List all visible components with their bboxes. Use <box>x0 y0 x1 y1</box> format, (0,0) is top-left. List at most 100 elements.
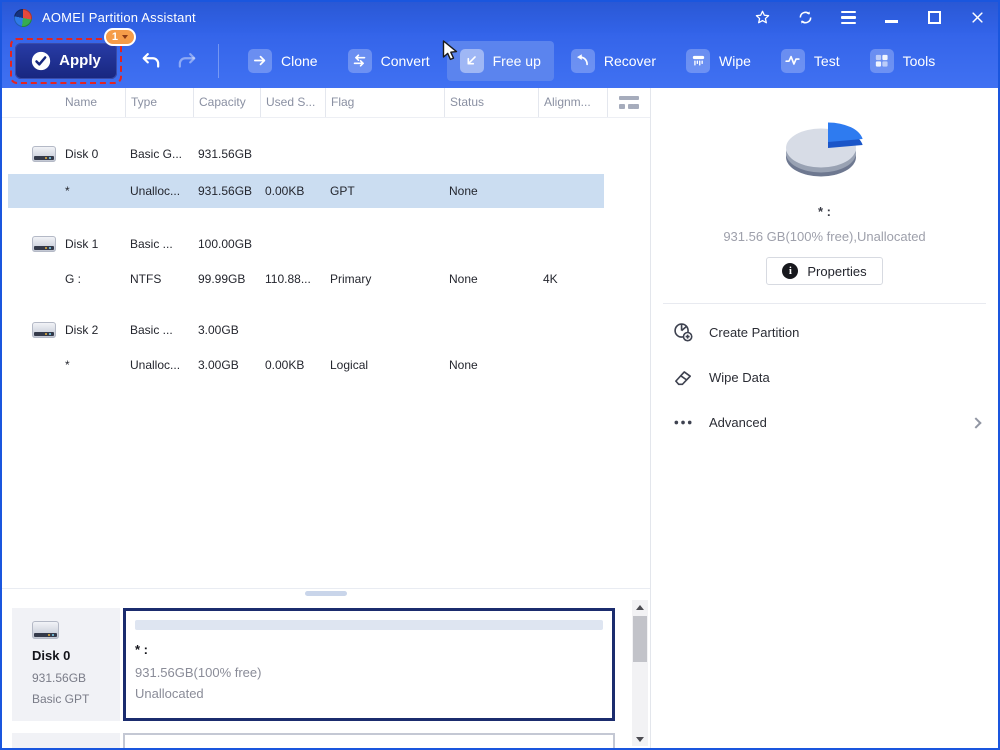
cell-type: NTFS <box>130 272 162 286</box>
scroll-down-button[interactable] <box>632 732 648 746</box>
column-header-useds[interactable]: Used S... <box>260 88 325 117</box>
toolbar-button-label: Wipe <box>719 52 751 69</box>
wipe-data-icon <box>673 367 694 388</box>
cell-used: 0.00KB <box>265 358 305 372</box>
apply-label: Apply <box>59 52 101 69</box>
column-header-name[interactable]: Name <box>60 88 125 117</box>
toolbar-button-label: Tools <box>902 52 936 69</box>
action-label: Advanced <box>709 415 767 430</box>
disk-map-capacity: 931.56GB <box>32 671 87 685</box>
cell-name: Disk 0 <box>65 147 99 161</box>
disk-map-disk-info[interactable]: Disk 0 931.56GB Basic GPT <box>12 608 120 721</box>
info-icon: i <box>782 263 799 279</box>
column-settings-icon <box>619 96 639 109</box>
disk-map-type: Basic GPT <box>32 692 90 706</box>
app-title: AOMEI Partition Assistant <box>42 10 196 25</box>
partition-size-info: 931.56GB(100% free) <box>135 665 262 680</box>
action-advanced[interactable]: Advanced <box>651 400 998 445</box>
toolbar-button-wipe[interactable]: Wipe <box>673 41 764 81</box>
partition-row[interactable]: * Unalloc... 3.00GB 0.00KB Logical None <box>2 350 650 380</box>
redo-button[interactable] <box>174 48 200 74</box>
tools-icon <box>869 48 894 73</box>
scrollbar-thumb[interactable] <box>633 616 647 662</box>
partition-row-selected[interactable]: * Unalloc... 931.56GB 0.00KB GPT None <box>2 174 650 208</box>
close-button[interactable] <box>968 9 986 27</box>
cell-name: G : <box>65 272 82 286</box>
column-header-capacity[interactable]: Capacity <box>193 88 260 117</box>
column-header-alignm[interactable]: Alignm... <box>538 88 607 117</box>
toolbar-buttons: Clone Convert Free up Recover Wipe Test Tools <box>235 40 949 81</box>
action-wipe-data[interactable]: Wipe Data <box>651 355 998 400</box>
disk-group: Disk 2 Basic ... 3.00GB * Unalloc... 3.00GB 0.… <box>2 315 650 380</box>
column-header-type[interactable]: Type <box>125 88 193 117</box>
check-circle-icon <box>31 51 51 71</box>
cell-used: 110.88... <box>265 272 311 286</box>
wipe-icon <box>686 48 711 73</box>
disk-icon-cell <box>2 236 60 252</box>
partition-row[interactable]: G : NTFS 99.99GB 110.88... Primary None 4K <box>2 264 650 294</box>
apply-button[interactable]: Apply <box>15 42 117 79</box>
cell-name: * <box>65 184 70 198</box>
toolbar-button-label: Clone <box>281 52 318 69</box>
toolbar-button-label: Test <box>813 52 840 69</box>
toolbar-separator <box>218 43 219 78</box>
disk-row[interactable]: Disk 2 Basic ... 3.00GB <box>2 315 650 345</box>
titlebar-icons <box>753 9 986 27</box>
star-icon[interactable] <box>753 9 771 27</box>
arrow-up-icon <box>636 604 644 610</box>
toolbar-button-recover[interactable]: Recover <box>558 41 669 81</box>
disk-map-disk-info[interactable] <box>12 733 120 748</box>
chevron-right-icon <box>970 416 982 429</box>
disk-row[interactable]: Disk 0 Basic G... 931.56GB <box>2 139 650 169</box>
disk-icon <box>32 621 59 639</box>
column-settings-button[interactable] <box>607 88 650 117</box>
disk-map-partition-selected[interactable]: * : 931.56GB(100% free) Unallocated <box>123 608 615 721</box>
cell-type: Basic ... <box>130 237 173 251</box>
advanced-dots-icon <box>673 412 694 433</box>
disk-map-rows: Disk 0 931.56GB Basic GPT * : 931.56GB(1… <box>12 608 615 748</box>
partition-filesystem: Unallocated <box>135 686 204 701</box>
maximize-button[interactable] <box>925 9 943 27</box>
convert-icon <box>347 48 372 73</box>
cell-alignment: 4K <box>543 272 558 286</box>
toolbar-button-convert[interactable]: Convert <box>335 41 443 81</box>
minimize-button[interactable] <box>882 9 900 27</box>
scroll-up-button[interactable] <box>632 600 648 614</box>
properties-button[interactable]: i Properties <box>766 257 883 285</box>
toolbar-button-tools[interactable]: Tools <box>857 41 949 81</box>
disk-row[interactable]: Disk 1 Basic ... 100.00GB <box>2 229 650 259</box>
undo-button[interactable] <box>138 48 164 74</box>
splitter-handle[interactable] <box>305 591 347 596</box>
toolbar: Apply 1 Clone Convert Free up Recover Wipe Te… <box>2 27 998 88</box>
cell-capacity: 931.56GB <box>198 147 253 161</box>
cell-status: None <box>449 358 478 372</box>
badge-count: 1 <box>111 30 118 43</box>
test-icon <box>780 48 805 73</box>
toolbar-button-clone[interactable]: Clone <box>235 41 331 81</box>
column-header-status[interactable]: Status <box>444 88 538 117</box>
action-create-partition[interactable]: Create Partition <box>651 310 998 355</box>
cell-type: Basic G... <box>130 147 183 161</box>
menu-icon[interactable] <box>839 9 857 27</box>
toolbar-button-test[interactable]: Test <box>768 41 853 81</box>
partition-pie-chart <box>785 122 863 177</box>
column-header-flag[interactable]: Flag <box>325 88 444 117</box>
toolbar-button-label: Free up <box>492 52 541 69</box>
freeup-icon <box>459 48 484 73</box>
action-label: Create Partition <box>709 325 800 340</box>
disk-map-row-next-peek <box>12 733 615 748</box>
disk-group: Disk 1 Basic ... 100.00GB G : NTFS 99.99GB 110… <box>2 229 650 294</box>
cell-capacity: 3.00GB <box>198 323 239 337</box>
cell-status: None <box>449 272 478 286</box>
refresh-icon[interactable] <box>796 9 814 27</box>
toolbar-button-free-up[interactable]: Free up <box>446 40 554 81</box>
pending-operations-badge[interactable]: 1 <box>103 27 136 46</box>
disk-table-pane: Name Type Capacity Used S... Flag Status Align… <box>2 88 650 748</box>
cell-capacity: 3.00GB <box>198 358 239 372</box>
cell-capacity: 931.56GB <box>198 184 253 198</box>
disk-map-partition[interactable] <box>123 733 615 748</box>
vertical-scrollbar[interactable] <box>632 600 648 746</box>
undo-redo-group <box>138 48 200 74</box>
cell-status: None <box>449 184 478 198</box>
disk-icon <box>32 322 56 338</box>
